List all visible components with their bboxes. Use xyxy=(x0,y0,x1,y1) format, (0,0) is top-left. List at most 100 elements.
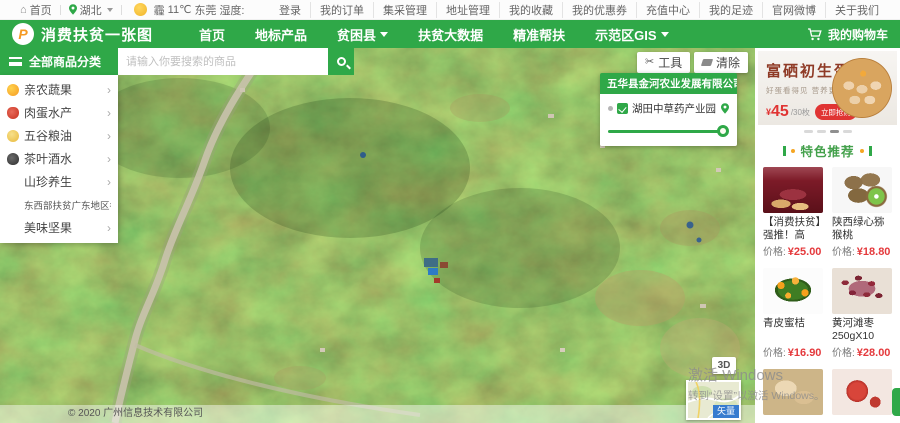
carousel-dot[interactable] xyxy=(804,130,813,133)
product-name: 黄河滩枣250gX10袋… xyxy=(832,317,892,343)
product-panel: 富硒初生蛋 好蛋看得见 营养更丰富 ¥ 45 /30枚 立即抢购 特色 xyxy=(755,48,900,423)
banner-carousel-dots xyxy=(755,130,900,133)
side-widget-tab[interactable] xyxy=(892,388,900,416)
category-item-meat-seafood[interactable]: 肉蛋水产 › xyxy=(0,101,118,124)
satellite-map[interactable]: 全部商品分类 亲农蔬果 › 肉蛋水产 › 五谷粮油 xyxy=(0,48,755,423)
product-card[interactable] xyxy=(832,369,892,415)
product-name: 陕西绿心猕猴桃 xyxy=(832,216,892,242)
about-link[interactable]: 关于我们 xyxy=(825,2,888,18)
weather-condition: 霾 xyxy=(154,2,165,18)
nav-item-demo-gis[interactable]: 示范区GIS xyxy=(587,20,676,49)
banner-price: 45 xyxy=(771,104,789,120)
category-item-east-west-pavilions[interactable]: 东西部扶贫广东地区各馆 xyxy=(0,193,118,216)
nav-label: 贫困县 xyxy=(337,25,376,44)
brand-logo[interactable]: P xyxy=(12,23,34,45)
eraser-icon xyxy=(701,59,713,66)
product-card[interactable]: 陕西绿心猕猴桃 价格:¥18.80 xyxy=(832,167,892,258)
weather-humidity-label: 湿度: xyxy=(219,2,244,18)
carousel-dot-active[interactable] xyxy=(830,130,839,133)
banner-unit: /30枚 xyxy=(791,107,810,118)
coupons-link[interactable]: 我的优惠券 xyxy=(562,2,636,18)
category-item-tea-wine[interactable]: 茶叶酒水 › xyxy=(0,147,118,170)
product-image-kiwi xyxy=(832,167,892,213)
chevron-right-icon: › xyxy=(107,130,111,142)
opacity-slider[interactable] xyxy=(608,125,729,137)
crab-icon xyxy=(7,107,19,119)
location-label: 湖北 xyxy=(80,2,102,18)
nav-item-targeted-assistance[interactable]: 精准帮扶 xyxy=(505,20,573,49)
grain-icon xyxy=(7,130,19,142)
nav-item-landmark-products[interactable]: 地标产品 xyxy=(247,20,315,49)
layer-row: 湖田中草药产业园 xyxy=(608,101,729,116)
category-dropdown: 亲农蔬果 › 肉蛋水产 › 五谷粮油 › 茶叶酒水 › xyxy=(0,75,118,243)
category-item-mountain-health[interactable]: 山珍养生 › xyxy=(0,170,118,193)
home-label: 首页 xyxy=(30,2,52,18)
location-pin-icon xyxy=(69,4,77,15)
product-card[interactable]: 【消费扶贫】强推！高州… 价格:¥25.00 xyxy=(763,167,823,258)
carousel-dot[interactable] xyxy=(817,130,826,133)
nav-label: 扶贫大数据 xyxy=(418,25,483,44)
weather-city: 东莞 xyxy=(194,2,216,18)
category-label: 东西部扶贫广东地区各馆 xyxy=(24,198,111,212)
category-label: 美味坚果 xyxy=(24,219,105,236)
map-3d-button[interactable]: 3D xyxy=(712,357,736,374)
app-root: ⌂ 首页 湖北 霾 11℃ 东莞 湿度: 登录 我的订单 集采管理 地址管理 xyxy=(0,0,900,423)
search-input[interactable] xyxy=(118,48,328,75)
search-icon xyxy=(337,57,346,66)
main-navbar: P 消费扶贫一张图 首页 地标产品 贫困县 扶贫大数据 精准帮扶 示范区GIS … xyxy=(0,20,900,48)
price-value: ¥25.00 xyxy=(788,246,822,258)
category-label: 茶叶酒水 xyxy=(24,150,105,167)
map-copyright: © 2020 广州信息技术有限公司 xyxy=(0,405,755,423)
chevron-right-icon: › xyxy=(107,84,111,96)
recharge-link[interactable]: 充值中心 xyxy=(636,2,699,18)
category-label: 肉蛋水产 xyxy=(24,104,105,121)
category-item-grains-oil[interactable]: 五谷粮油 › xyxy=(0,124,118,147)
vector-mode-tag[interactable]: 矢量 xyxy=(713,405,739,418)
category-label: 山珍养生 xyxy=(24,173,105,190)
layer-checkbox[interactable] xyxy=(617,103,628,114)
product-card[interactable]: 黄河滩枣250gX10袋… 价格:¥28.00 xyxy=(832,268,892,359)
price-value: ¥28.00 xyxy=(857,347,891,359)
map-clear-button[interactable]: 清除 xyxy=(694,52,748,73)
slider-knob[interactable] xyxy=(717,125,729,137)
favorites-link[interactable]: 我的收藏 xyxy=(499,2,562,18)
product-card[interactable]: 青皮蜜桔 价格:¥16.90 xyxy=(763,268,823,359)
login-link[interactable]: 登录 xyxy=(270,2,310,18)
nav-item-big-data[interactable]: 扶贫大数据 xyxy=(410,20,491,49)
carousel-dot[interactable] xyxy=(843,130,852,133)
product-price: 价格:¥16.90 xyxy=(763,344,823,359)
all-categories-button[interactable]: 全部商品分类 xyxy=(0,48,118,75)
chevron-down-icon xyxy=(661,32,669,37)
category-item-fresh-produce[interactable]: 亲农蔬果 › xyxy=(0,78,118,101)
brand-title: 消费扶贫一张图 xyxy=(41,24,153,45)
layer-pin-icon[interactable] xyxy=(721,103,729,114)
weibo-link[interactable]: 官网微博 xyxy=(762,2,825,18)
product-price: 价格:¥25.00 xyxy=(763,243,823,258)
layer-bullet-icon xyxy=(608,106,613,111)
product-image-fig xyxy=(763,369,823,415)
procurement-link[interactable]: 集采管理 xyxy=(373,2,436,18)
overview-minimap[interactable]: 矢量 xyxy=(686,380,741,420)
product-card[interactable] xyxy=(763,369,823,415)
all-categories-label: 全部商品分类 xyxy=(29,53,101,70)
nav-item-poverty-counties[interactable]: 贫困县 xyxy=(329,20,396,49)
product-price: 价格:¥18.80 xyxy=(832,243,892,258)
weather-info: 霾 11℃ 东莞 湿度: xyxy=(122,2,253,18)
product-image-tangerine xyxy=(763,268,823,314)
home-link[interactable]: ⌂ 首页 xyxy=(12,2,60,18)
search-button[interactable] xyxy=(328,48,354,75)
promo-banner[interactable]: 富硒初生蛋 好蛋看得见 营养更丰富 ¥ 45 /30枚 立即抢购 xyxy=(758,51,897,125)
address-link[interactable]: 地址管理 xyxy=(436,2,499,18)
location-selector[interactable]: 湖北 xyxy=(61,2,121,18)
cart-button[interactable]: 我的购物车 xyxy=(807,26,888,43)
decoration-bar xyxy=(783,146,786,156)
map-tools-button[interactable]: ✂ 工具 xyxy=(637,52,690,73)
category-item-nuts[interactable]: 美味坚果 › xyxy=(0,216,118,239)
cart-icon xyxy=(807,28,822,41)
nav-item-home[interactable]: 首页 xyxy=(191,20,233,49)
my-orders-link[interactable]: 我的订单 xyxy=(310,2,373,18)
footprint-link[interactable]: 我的足迹 xyxy=(699,2,762,18)
fruit-icon xyxy=(7,84,19,96)
featured-title: 特色推荐 xyxy=(800,141,854,160)
chevron-down-icon xyxy=(380,32,388,37)
